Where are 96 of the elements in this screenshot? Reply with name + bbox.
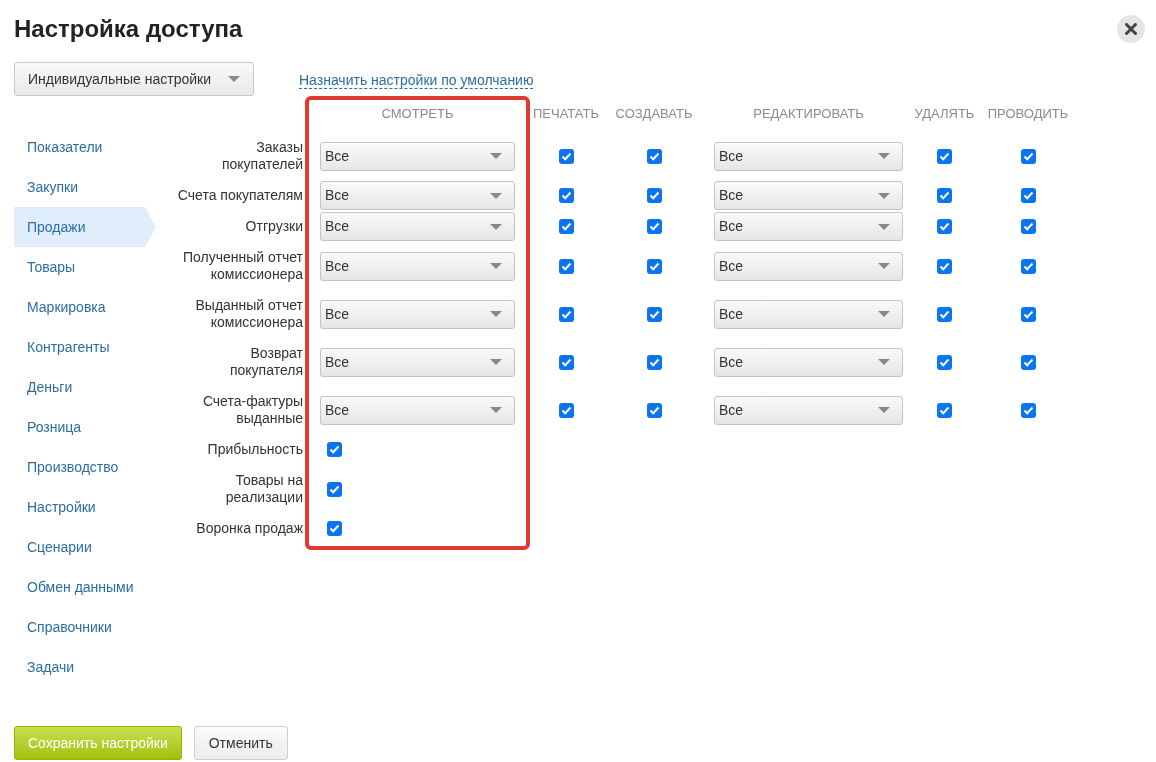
sidebar-item[interactable]: Контрагенты — [14, 327, 156, 367]
access-dropdown[interactable]: Все — [714, 251, 903, 281]
checkbox[interactable] — [327, 521, 342, 536]
row-label: Счета покупателям — [176, 186, 304, 205]
checkbox[interactable] — [1020, 402, 1036, 418]
column-header: СОЗДАВАТЬ — [615, 105, 693, 124]
close-button[interactable] — [1117, 15, 1145, 43]
checkbox[interactable] — [937, 402, 952, 418]
row-label: Полученный отчет комиссионера — [182, 248, 304, 284]
sidebar-item[interactable]: Производство — [14, 447, 156, 487]
mode-dropdown[interactable]: Индивидуальные настройки — [14, 62, 254, 96]
caret-icon — [490, 311, 502, 317]
checkbox[interactable] — [646, 188, 662, 203]
sidebar-item[interactable]: Показатели — [14, 127, 156, 167]
sidebar-item[interactable]: Задачи — [14, 647, 156, 687]
sidebar-item[interactable]: Закупки — [14, 167, 156, 207]
column-header: ПРОВОДИТЬ — [987, 105, 1069, 124]
caret-icon — [490, 359, 502, 365]
access-dropdown[interactable]: Все — [320, 395, 515, 425]
checkbox[interactable] — [937, 258, 952, 274]
checkbox[interactable] — [558, 188, 574, 203]
checkbox[interactable] — [1020, 188, 1036, 203]
checkbox[interactable] — [1020, 258, 1036, 274]
checkbox[interactable] — [646, 148, 662, 164]
access-dropdown[interactable]: Все — [320, 347, 515, 377]
checkbox[interactable] — [937, 188, 952, 203]
checkbox[interactable] — [646, 306, 662, 322]
sidebar-item[interactable]: Сценарии — [14, 527, 156, 567]
checkbox[interactable] — [1020, 219, 1036, 234]
checkbox[interactable] — [646, 354, 662, 370]
column-header: РЕДАКТИРОВАТЬ — [753, 105, 864, 124]
cancel-button[interactable]: Отменить — [193, 726, 288, 760]
row-label: Заказы покупателей — [220, 138, 304, 174]
caret-icon — [228, 76, 240, 82]
checkbox[interactable] — [1020, 148, 1036, 164]
access-dropdown[interactable]: Все — [714, 347, 903, 377]
caret-icon — [878, 407, 890, 413]
checkbox[interactable] — [937, 306, 952, 322]
column-header: УДАЛЯТЬ — [914, 105, 975, 124]
access-dropdown[interactable]: Все — [320, 141, 515, 171]
sidebar-item[interactable]: Деньги — [14, 367, 156, 407]
checkbox[interactable] — [558, 148, 574, 164]
access-dropdown[interactable]: Все — [714, 395, 903, 425]
checkbox[interactable] — [558, 306, 574, 322]
caret-icon — [878, 192, 890, 199]
access-dropdown[interactable]: Все — [320, 212, 515, 241]
access-dropdown[interactable]: Все — [714, 299, 903, 329]
caret-icon — [878, 263, 890, 269]
caret-icon — [878, 311, 890, 317]
sidebar-item[interactable]: Справочники — [14, 607, 156, 647]
caret-icon — [490, 153, 502, 159]
checkbox[interactable] — [646, 258, 662, 274]
dialog-title: Настройка доступа — [14, 14, 243, 44]
checkbox[interactable] — [646, 219, 662, 234]
access-dropdown[interactable]: Все — [320, 181, 515, 210]
caret-icon — [490, 263, 502, 269]
checkbox[interactable] — [1020, 306, 1036, 322]
row-label: Прибыльность — [206, 440, 304, 459]
checkbox[interactable] — [1020, 354, 1036, 370]
caret-icon — [490, 407, 502, 413]
access-dropdown[interactable]: Все — [714, 141, 903, 171]
checkbox[interactable] — [937, 148, 952, 164]
checkbox[interactable] — [937, 219, 952, 234]
close-icon — [1125, 23, 1137, 35]
checkbox[interactable] — [937, 354, 952, 370]
access-dropdown[interactable]: Все — [714, 212, 903, 241]
default-settings-link[interactable]: Назначить настройки по умолчанию — [299, 72, 534, 89]
column-header: ПЕЧАТАТЬ — [533, 105, 599, 124]
sidebar-item[interactable]: Настройки — [14, 487, 156, 527]
caret-icon — [878, 223, 890, 230]
checkbox[interactable] — [558, 219, 574, 234]
access-dropdown[interactable]: Все — [320, 251, 515, 281]
sidebar-item[interactable]: Обмен данными — [14, 567, 156, 607]
checkbox[interactable] — [327, 442, 342, 457]
sidebar-item[interactable]: Товары — [14, 247, 156, 287]
sidebar-item[interactable]: Розница — [14, 407, 156, 447]
caret-icon — [878, 359, 890, 365]
sidebar-item[interactable]: Маркировка — [14, 287, 156, 327]
checkbox[interactable] — [558, 354, 574, 370]
caret-icon — [878, 153, 890, 159]
row-label: Товары на реализации — [224, 471, 304, 507]
access-dropdown[interactable]: Все — [714, 181, 903, 210]
row-label: Возврат покупателя — [228, 344, 304, 380]
sidebar-item[interactable]: Продажи — [14, 207, 156, 247]
access-dropdown[interactable]: Все — [320, 299, 515, 329]
caret-icon — [490, 223, 502, 230]
checkbox[interactable] — [327, 481, 342, 497]
checkbox[interactable] — [646, 402, 662, 418]
checkbox[interactable] — [558, 258, 574, 274]
caret-icon — [490, 192, 502, 199]
row-label: Отгрузки — [244, 217, 304, 236]
row-label: Выданный отчет комиссионера — [194, 296, 304, 332]
row-label: Счета-фактуры выданные — [201, 392, 304, 428]
column-header: СМОТРЕТЬ — [381, 105, 454, 124]
row-label: Воронка продаж — [195, 519, 304, 538]
checkbox[interactable] — [558, 402, 574, 418]
